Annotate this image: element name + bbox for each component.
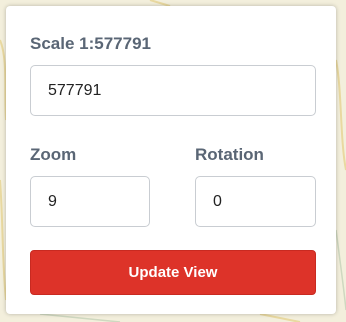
zoom-label: Zoom [30, 145, 77, 164]
rotation-input[interactable] [195, 176, 316, 227]
update-view-button[interactable]: Update View [30, 250, 316, 295]
view-settings-panel: Scale 1:577791 Zoom Rotation Update View [6, 6, 336, 314]
rotation-label: Rotation [195, 145, 264, 164]
zoom-input[interactable] [30, 176, 150, 227]
scale-label: Scale 1:577791 [30, 34, 151, 53]
scale-input[interactable] [30, 65, 316, 116]
